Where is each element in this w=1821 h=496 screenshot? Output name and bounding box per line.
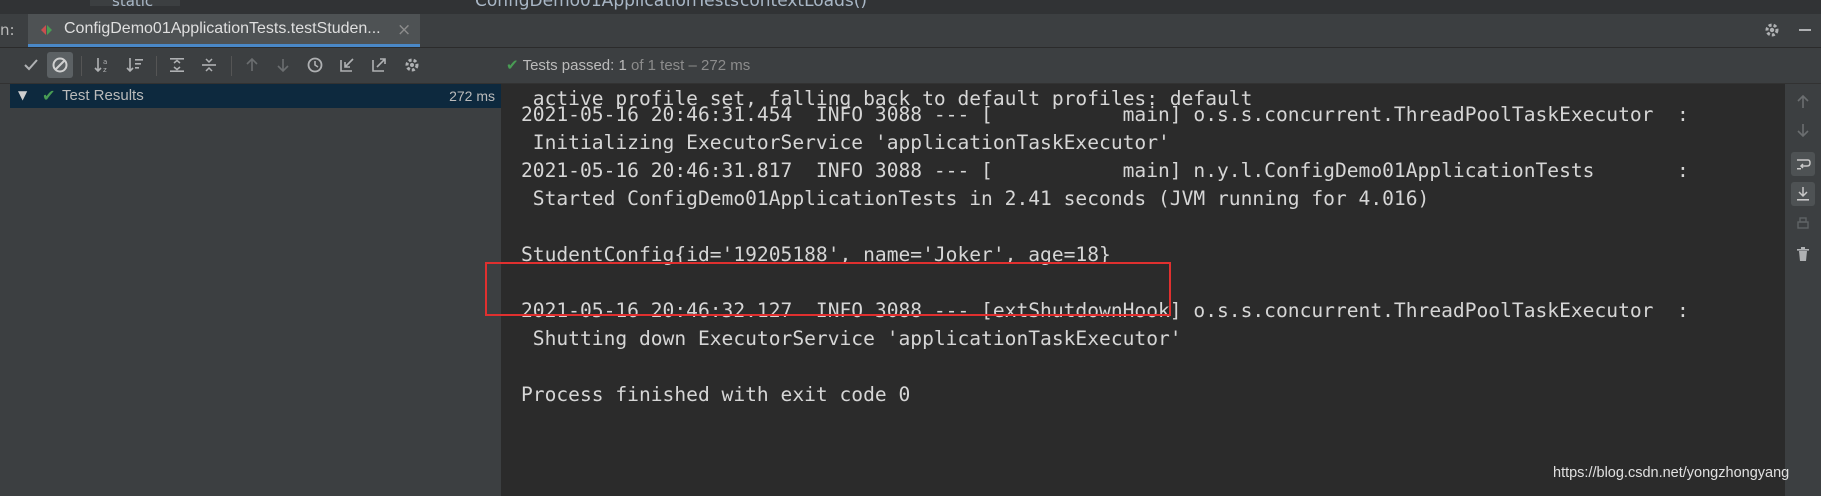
test-tree-panel: ▼ ✔ Test Results 272 ms (10, 84, 502, 496)
export-tests-icon[interactable] (366, 52, 392, 78)
console-line: Initializing ExecutorService 'applicatio… (521, 131, 1170, 154)
status-label: Tests passed: (522, 57, 615, 74)
breadcrumb-method[interactable]: contextLoads() (740, 0, 867, 11)
next-failed-icon[interactable] (270, 52, 296, 78)
import-tests-icon[interactable] (334, 52, 360, 78)
tree-item-duration: 272 ms (449, 88, 495, 104)
gear-icon[interactable] (1762, 20, 1782, 40)
run-tab-bar: n: ConfigDemo01ApplicationTests.testStud… (0, 14, 1821, 48)
close-icon[interactable]: × (397, 20, 411, 40)
toolbar-separator (156, 56, 157, 76)
soft-wrap-icon[interactable] (1791, 152, 1815, 176)
svg-text:a: a (103, 58, 107, 66)
toolbar-separator (231, 56, 232, 76)
status-detail: of 1 test – 272 ms (630, 57, 751, 74)
show-passed-icon[interactable] (18, 52, 44, 78)
test-status: ✔ Tests passed: 1 of 1 test – 272 ms (506, 56, 750, 74)
up-arrow-icon[interactable] (1791, 90, 1815, 114)
svg-text:z: z (103, 66, 107, 74)
watermark: https://blog.csdn.net/yongzhongyang (1553, 465, 1790, 481)
sort-alphabetically-icon[interactable]: az (90, 52, 116, 78)
test-run-icon (38, 22, 54, 38)
trash-icon[interactable] (1791, 242, 1815, 266)
test-history-icon[interactable] (302, 52, 328, 78)
folder-label: static (112, 0, 154, 10)
editor-strip: static ConfigDemo01ApplicationTests › co… (0, 0, 1821, 14)
down-arrow-icon[interactable] (1791, 118, 1815, 142)
status-count: 1 (618, 57, 627, 74)
console-side-toolbar (1785, 84, 1821, 496)
test-runner-toolbar: az ✔ Tests passed: 1 of 1 test – 272 ms (0, 48, 1821, 84)
sort-by-duration-icon[interactable] (122, 52, 148, 78)
console-line: Shutting down ExecutorService 'applicati… (521, 327, 1182, 350)
minimize-icon[interactable] (1795, 20, 1815, 40)
run-tab[interactable]: ConfigDemo01ApplicationTests.testStuden.… (28, 14, 420, 47)
console-line: 2021-05-16 20:46:31.817 INFO 3088 --- [ … (521, 159, 1689, 182)
tree-item-test-results[interactable]: ▼ ✔ Test Results 272 ms (10, 84, 501, 108)
tree-item-label: Test Results (62, 87, 144, 104)
tool-window-prefix: n: (0, 21, 15, 39)
left-gutter (0, 84, 10, 496)
expand-all-icon[interactable] (164, 52, 190, 78)
breadcrumb-separator: › (718, 0, 724, 7)
settings-icon[interactable] (399, 52, 425, 78)
passed-check-icon: ✔ (42, 86, 56, 105)
scroll-to-end-icon[interactable] (1791, 182, 1815, 206)
ide-window: static ConfigDemo01ApplicationTests › co… (0, 0, 1821, 496)
show-ignored-icon[interactable] (47, 52, 73, 78)
print-icon[interactable] (1791, 212, 1815, 236)
run-tab-title: ConfigDemo01ApplicationTests.testStuden.… (64, 20, 381, 37)
breadcrumb-class[interactable]: ConfigDemo01ApplicationTests (475, 0, 739, 11)
expand-arrow-icon[interactable]: ▼ (18, 88, 27, 102)
collapse-all-icon[interactable] (196, 52, 222, 78)
toolbar-separator (81, 56, 82, 76)
console-line: Started ConfigDemo01ApplicationTests in … (521, 187, 1430, 210)
passed-check-icon: ✔ (506, 57, 519, 74)
console-line: 2021-05-16 20:46:31.454 INFO 3088 --- [ … (521, 103, 1689, 126)
highlight-box (485, 262, 1171, 316)
console-line: Process finished with exit code 0 (521, 383, 911, 406)
previous-failed-icon[interactable] (239, 52, 265, 78)
